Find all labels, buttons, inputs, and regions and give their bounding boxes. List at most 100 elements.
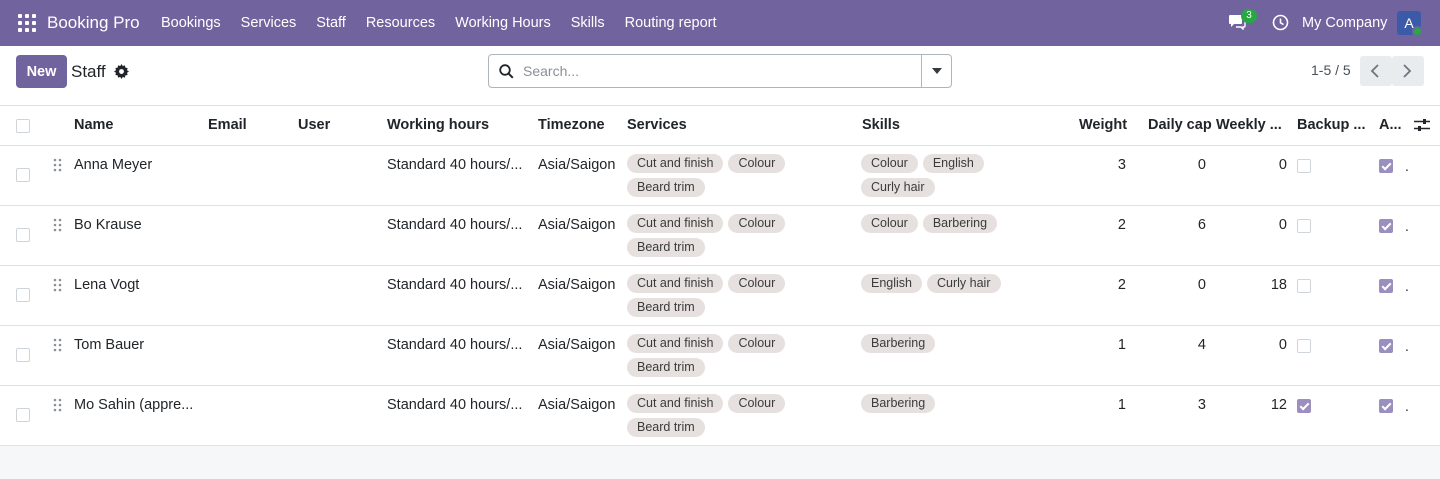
active-checkbox[interactable]	[1379, 339, 1393, 353]
row-select-checkbox[interactable]	[16, 288, 30, 302]
table-row[interactable]: Tom Bauer Standard 40 hours/... Asia/Saigo…	[0, 326, 1440, 386]
table-row[interactable]: Bo Krause Standard 40 hours/... Asia/Saigo…	[0, 206, 1440, 266]
apps-grid-icon[interactable]	[18, 14, 36, 32]
menu-item-bookings[interactable]: Bookings	[161, 15, 221, 31]
service-tag[interactable]: Beard trim	[627, 418, 705, 437]
cell-extra: .	[1405, 218, 1409, 234]
column-header-timezone[interactable]: Timezone	[538, 117, 605, 133]
skill-tag[interactable]: Barbering	[861, 334, 936, 353]
gear-icon[interactable]	[114, 64, 129, 79]
pager-previous-button[interactable]	[1360, 56, 1392, 86]
search-options-toggle[interactable]	[921, 55, 951, 87]
table-row[interactable]: Anna Meyer Standard 40 hours/... Asia/Saig…	[0, 146, 1440, 206]
cell-extra: .	[1405, 338, 1409, 354]
backup-checkbox[interactable]	[1297, 219, 1311, 233]
column-header-weekly-cap[interactable]: Weekly ...	[1216, 117, 1282, 133]
backup-checkbox[interactable]	[1297, 279, 1311, 293]
menu-item-working-hours[interactable]: Working Hours	[455, 15, 551, 31]
staff-list-table: Name Email User Working hours Timezone S…	[0, 106, 1440, 446]
table-row[interactable]: Lena Vogt Standard 40 hours/... Asia/Saigo…	[0, 266, 1440, 326]
clock-icon[interactable]	[1272, 14, 1289, 31]
column-header-name[interactable]: Name	[74, 117, 114, 133]
cell-weight: 1	[1117, 397, 1126, 413]
cell-daily-cap: 0	[1197, 277, 1206, 293]
drag-handle-icon[interactable]	[53, 278, 62, 292]
service-tag[interactable]: Beard trim	[627, 358, 705, 377]
service-tag[interactable]: Colour	[728, 334, 786, 353]
row-select-checkbox[interactable]	[16, 228, 30, 242]
pager-value[interactable]: 1-5 / 5	[1311, 62, 1351, 78]
service-tag[interactable]: Colour	[728, 274, 786, 293]
row-select-checkbox[interactable]	[16, 408, 30, 422]
active-checkbox[interactable]	[1379, 279, 1393, 293]
drag-handle-icon[interactable]	[53, 338, 62, 352]
column-settings-icon[interactable]	[1414, 118, 1430, 132]
backup-checkbox[interactable]	[1297, 339, 1311, 353]
cell-timezone: Asia/Saigon	[538, 157, 616, 173]
drag-handle-icon[interactable]	[53, 158, 62, 172]
service-tag[interactable]: Colour	[728, 394, 786, 413]
row-select-checkbox[interactable]	[16, 348, 30, 362]
row-select-checkbox[interactable]	[16, 168, 30, 182]
chevron-left-icon	[1370, 64, 1379, 78]
services-tags: Cut and finish Colour Beard trim	[627, 394, 827, 437]
service-tag[interactable]: Cut and finish	[627, 214, 724, 233]
company-switcher[interactable]: My Company	[1302, 15, 1387, 31]
skill-tag[interactable]: Colour	[861, 154, 918, 173]
cell-working-hours: Standard 40 hours/...	[387, 277, 523, 293]
search-input[interactable]	[523, 56, 913, 86]
menu-item-resources[interactable]: Resources	[366, 15, 435, 31]
cell-weekly-cap: 18	[1270, 277, 1287, 293]
skill-tag[interactable]: Colour	[861, 214, 918, 233]
column-header-weight[interactable]: Weight	[1079, 117, 1127, 133]
backup-checkbox[interactable]	[1297, 159, 1311, 173]
skill-tag[interactable]: Curly hair	[927, 274, 1001, 293]
cell-working-hours: Standard 40 hours/...	[387, 397, 523, 413]
column-header-working-hours[interactable]: Working hours	[387, 117, 489, 133]
app-brand[interactable]: Booking Pro	[47, 13, 140, 33]
table-row[interactable]: Mo Sahin (appre... Standard 40 hours/... A…	[0, 386, 1440, 446]
service-tag[interactable]: Beard trim	[627, 298, 705, 317]
service-tag[interactable]: Cut and finish	[627, 394, 724, 413]
service-tag[interactable]: Colour	[728, 154, 786, 173]
services-tags: Cut and finish Colour Beard trim	[627, 154, 827, 197]
service-tag[interactable]: Cut and finish	[627, 154, 724, 173]
menu-item-services[interactable]: Services	[241, 15, 297, 31]
search-bar	[488, 54, 952, 88]
service-tag[interactable]: Beard trim	[627, 178, 705, 197]
menu-item-skills[interactable]: Skills	[571, 15, 605, 31]
control-panel: New Staff 1-5 / 5	[0, 46, 1440, 106]
skill-tag[interactable]: English	[861, 274, 922, 293]
new-button[interactable]: New	[16, 55, 67, 88]
cell-weight: 3	[1117, 157, 1126, 173]
drag-handle-icon[interactable]	[53, 218, 62, 232]
skill-tag[interactable]: Barbering	[861, 394, 936, 413]
active-checkbox[interactable]	[1379, 399, 1393, 413]
column-header-active[interactable]: A...	[1379, 117, 1402, 133]
cell-weight: 2	[1117, 217, 1126, 233]
backup-checkbox[interactable]	[1297, 399, 1311, 413]
column-header-backup[interactable]: Backup ...	[1297, 117, 1366, 133]
select-all-checkbox[interactable]	[16, 119, 30, 133]
menu-item-staff[interactable]: Staff	[316, 15, 346, 31]
skill-tag[interactable]: English	[922, 154, 984, 173]
skill-tag[interactable]: Curly hair	[861, 178, 935, 197]
skills-tags: Barbering	[861, 334, 1061, 353]
main-menu: Bookings Services Staff Resources Workin…	[161, 0, 737, 46]
column-header-email[interactable]: Email	[208, 117, 247, 133]
active-checkbox[interactable]	[1379, 159, 1393, 173]
pager-next-button[interactable]	[1392, 56, 1424, 86]
menu-item-routing-report[interactable]: Routing report	[625, 15, 717, 31]
service-tag[interactable]: Cut and finish	[627, 274, 724, 293]
service-tag[interactable]: Cut and finish	[627, 334, 724, 353]
active-checkbox[interactable]	[1379, 219, 1393, 233]
column-header-services[interactable]: Services	[627, 117, 687, 133]
column-header-user[interactable]: User	[298, 117, 330, 133]
cell-extra: .	[1405, 398, 1409, 414]
column-header-daily-cap[interactable]: Daily cap	[1148, 117, 1212, 133]
service-tag[interactable]: Colour	[728, 214, 786, 233]
column-header-skills[interactable]: Skills	[862, 117, 900, 133]
skill-tag[interactable]: Barbering	[922, 214, 998, 233]
service-tag[interactable]: Beard trim	[627, 238, 705, 257]
drag-handle-icon[interactable]	[53, 398, 62, 412]
